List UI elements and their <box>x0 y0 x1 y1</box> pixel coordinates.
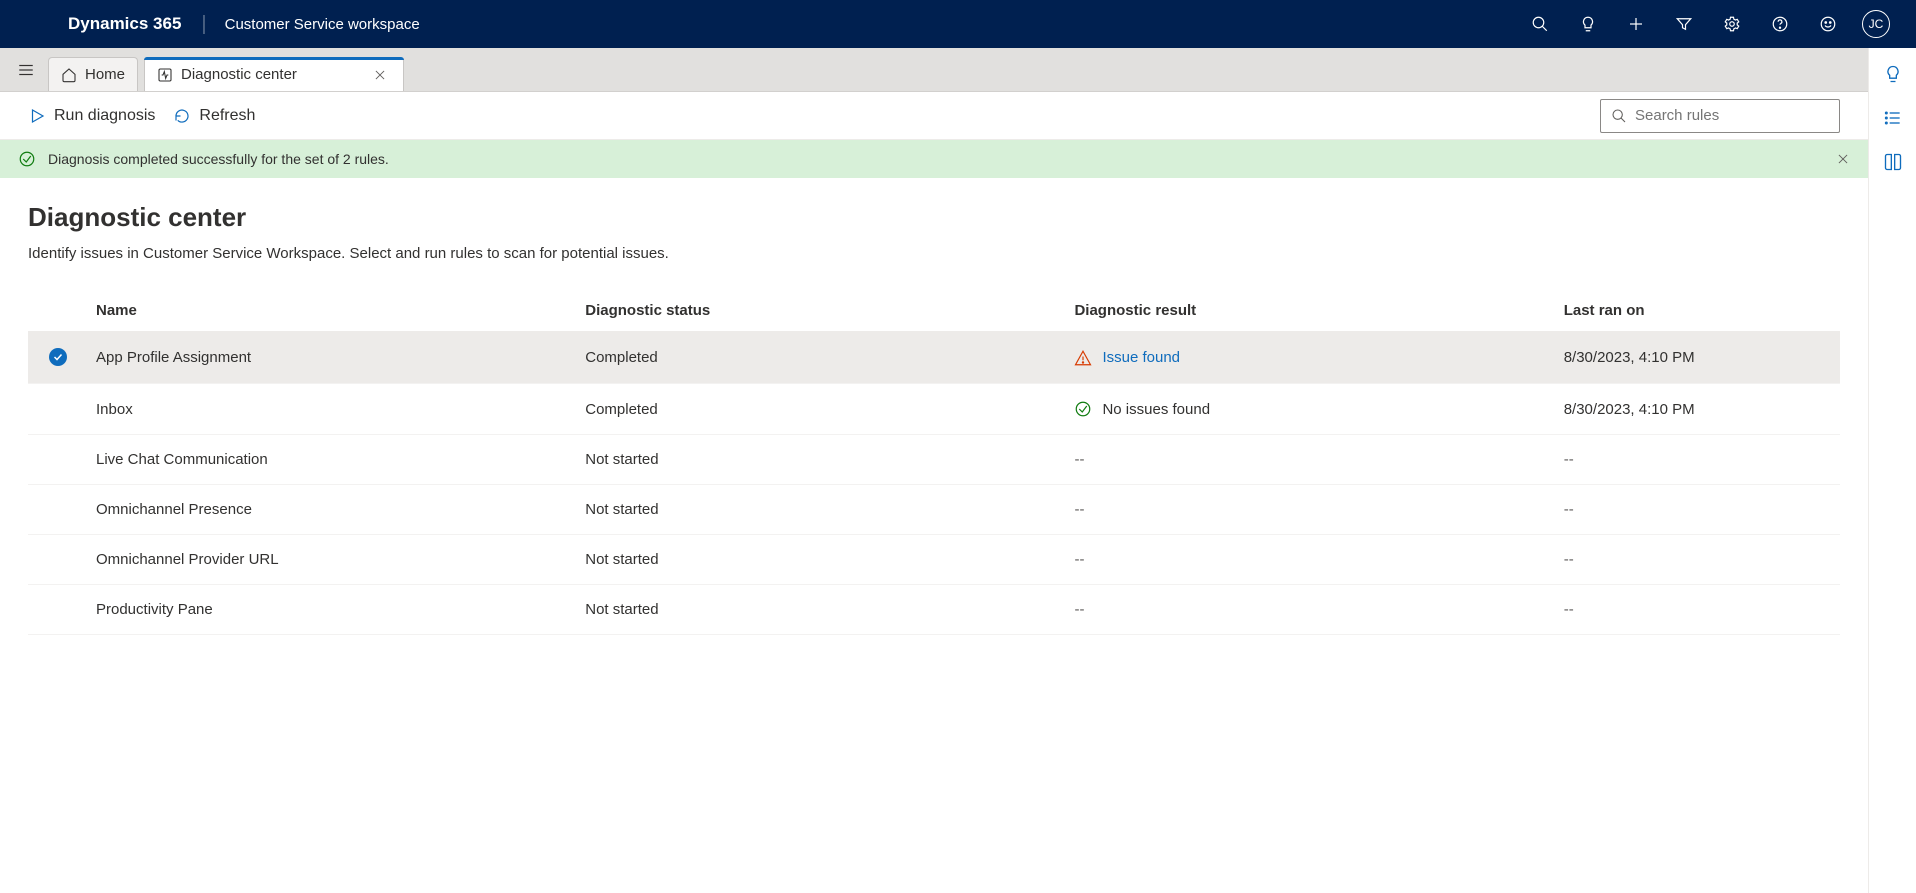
result-text: -- <box>1074 601 1084 618</box>
table-row[interactable]: InboxCompleted No issues found 8/30/2023, … <box>28 384 1840 435</box>
play-icon <box>28 107 46 125</box>
refresh-icon <box>173 107 191 125</box>
row-status: Not started <box>577 435 1066 485</box>
search-icon[interactable] <box>1516 0 1564 48</box>
row-last-ran: 8/30/2023, 4:10 PM <box>1556 332 1840 384</box>
row-name: App Profile Assignment <box>88 332 577 384</box>
home-icon <box>61 67 77 83</box>
row-status: Not started <box>577 535 1066 585</box>
page-subtitle: Identify issues in Customer Service Work… <box>28 245 1840 262</box>
row-result: -- <box>1066 485 1555 535</box>
hamburger-icon[interactable] <box>10 54 42 86</box>
refresh-button[interactable]: Refresh <box>173 107 255 125</box>
tab-active-label: Diagnostic center <box>181 66 297 83</box>
row-result: -- <box>1066 535 1555 585</box>
row-result: -- <box>1066 435 1555 485</box>
result-text: -- <box>1074 501 1084 518</box>
list-rail-icon[interactable] <box>1883 108 1903 128</box>
tab-strip: Home Diagnostic center <box>0 48 1868 92</box>
checkmark-icon <box>49 348 67 366</box>
success-icon <box>18 150 36 168</box>
rules-grid: Name Diagnostic status Diagnostic result… <box>0 290 1868 635</box>
lightbulb-icon[interactable] <box>1564 0 1612 48</box>
row-status: Completed <box>577 384 1066 435</box>
col-status[interactable]: Diagnostic status <box>577 290 1066 332</box>
row-last-ran: -- <box>1556 485 1840 535</box>
row-status: Completed <box>577 332 1066 384</box>
result-text: No issues found <box>1102 401 1210 418</box>
result-text: -- <box>1074 451 1084 468</box>
table-row[interactable]: Omnichannel PresenceNot started -- -- <box>28 485 1840 535</box>
warning-icon <box>1074 349 1092 367</box>
col-last[interactable]: Last ran on <box>1556 290 1840 332</box>
row-select-cell[interactable] <box>28 332 88 384</box>
row-result: No issues found <box>1066 384 1555 435</box>
table-row[interactable]: App Profile AssignmentCompleted Issue fou… <box>28 332 1840 384</box>
notification-bar: Diagnosis completed successfully for the… <box>0 140 1868 178</box>
lightbulb-rail-icon[interactable] <box>1883 64 1903 84</box>
row-select-cell[interactable] <box>28 485 88 535</box>
row-last-ran: -- <box>1556 535 1840 585</box>
table-row[interactable]: Live Chat CommunicationNot started -- -- <box>28 435 1840 485</box>
row-last-ran: -- <box>1556 435 1840 485</box>
tab-home-label: Home <box>85 66 125 83</box>
success-icon <box>1074 400 1092 418</box>
command-bar: Run diagnosis Refresh <box>0 92 1868 140</box>
notification-close-icon[interactable] <box>1836 152 1850 166</box>
add-icon[interactable] <box>1612 0 1660 48</box>
issue-found-link[interactable]: Issue found <box>1102 349 1180 366</box>
search-input[interactable] <box>1635 107 1834 124</box>
notification-text: Diagnosis completed successfully for the… <box>48 151 389 167</box>
filter-icon[interactable] <box>1660 0 1708 48</box>
smile-icon[interactable] <box>1804 0 1852 48</box>
col-result[interactable]: Diagnostic result <box>1066 290 1555 332</box>
row-status: Not started <box>577 585 1066 635</box>
page-header: Diagnostic center Identify issues in Cus… <box>0 178 1868 290</box>
tab-home[interactable]: Home <box>48 57 138 91</box>
row-select-cell[interactable] <box>28 585 88 635</box>
table-row[interactable]: Omnichannel Provider URLNot started -- -- <box>28 535 1840 585</box>
col-name[interactable]: Name <box>88 290 577 332</box>
run-diagnosis-button[interactable]: Run diagnosis <box>28 107 155 125</box>
brand-title: Dynamics 365 <box>68 14 181 34</box>
row-name: Omnichannel Provider URL <box>88 535 577 585</box>
table-row[interactable]: Productivity PaneNot started -- -- <box>28 585 1840 635</box>
row-result: -- <box>1066 585 1555 635</box>
result-text: -- <box>1074 551 1084 568</box>
workspace-title: Customer Service workspace <box>225 16 420 33</box>
pulse-icon <box>157 67 173 83</box>
avatar-button[interactable]: JC <box>1852 0 1900 48</box>
row-status: Not started <box>577 485 1066 535</box>
page-title: Diagnostic center <box>28 202 1840 233</box>
row-select-cell[interactable] <box>28 435 88 485</box>
tab-diagnostic-center[interactable]: Diagnostic center <box>144 57 404 91</box>
help-icon[interactable] <box>1756 0 1804 48</box>
row-select-cell[interactable] <box>28 535 88 585</box>
top-nav: Dynamics 365 | Customer Service workspac… <box>0 0 1916 48</box>
row-last-ran: 8/30/2023, 4:10 PM <box>1556 384 1840 435</box>
book-rail-icon[interactable] <box>1883 152 1903 172</box>
brand-divider: | <box>201 13 206 36</box>
row-name: Productivity Pane <box>88 585 577 635</box>
refresh-label: Refresh <box>199 107 255 125</box>
row-name: Inbox <box>88 384 577 435</box>
close-icon[interactable] <box>369 68 391 82</box>
run-diagnosis-label: Run diagnosis <box>54 107 155 125</box>
row-result: Issue found <box>1066 332 1555 384</box>
topbar-actions: JC <box>1516 0 1900 48</box>
right-rail <box>1868 48 1916 893</box>
col-select <box>28 290 88 332</box>
search-rules-box[interactable] <box>1600 99 1840 133</box>
row-select-cell[interactable] <box>28 384 88 435</box>
row-name: Live Chat Communication <box>88 435 577 485</box>
gear-icon[interactable] <box>1708 0 1756 48</box>
row-name: Omnichannel Presence <box>88 485 577 535</box>
row-last-ran: -- <box>1556 585 1840 635</box>
search-icon-small <box>1611 108 1627 124</box>
avatar-initials: JC <box>1862 10 1890 38</box>
